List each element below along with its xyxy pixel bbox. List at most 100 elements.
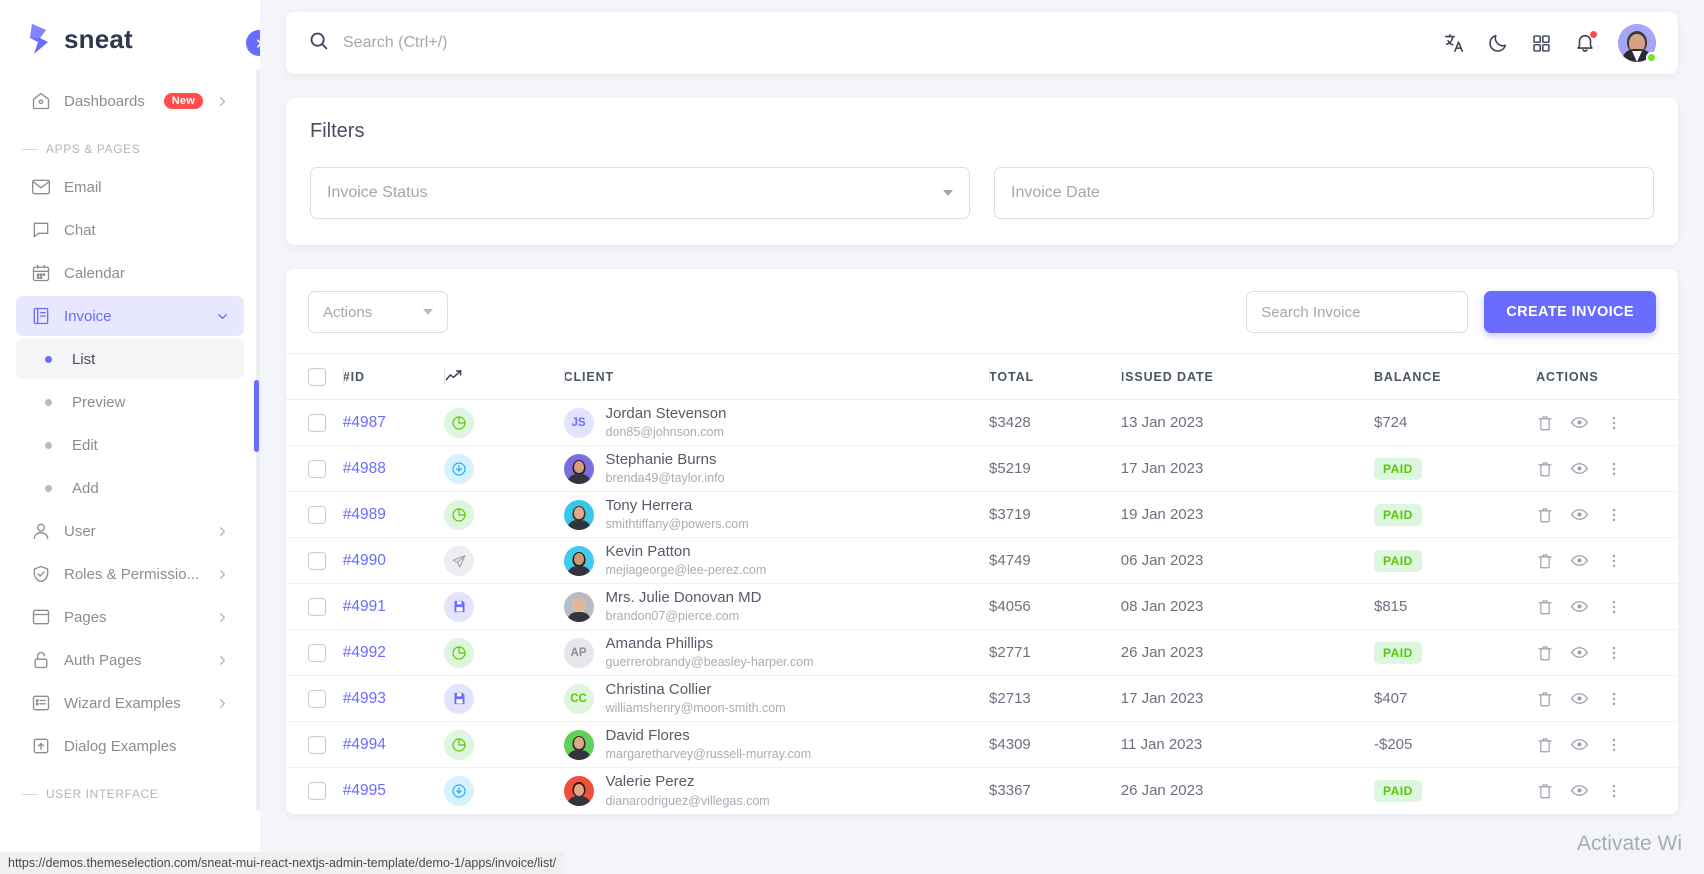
header-client[interactable]: CLIENT [563, 353, 990, 400]
sidebar-item-chat[interactable]: Chat [16, 210, 244, 250]
sidebar-item-user[interactable]: User [16, 511, 244, 551]
sidebar-scrollbar-thumb[interactable] [254, 380, 259, 452]
trash-icon[interactable] [1536, 782, 1554, 800]
table-row[interactable]: #4995 Valerie Perez dianarodriguez@villega… [286, 768, 1678, 814]
select-all-checkbox[interactable] [308, 367, 326, 386]
header-id[interactable]: #ID [342, 353, 445, 400]
trash-icon[interactable] [1536, 690, 1554, 708]
sidebar-item-email[interactable]: Email [16, 167, 244, 207]
dots-vertical-icon[interactable] [1605, 690, 1623, 708]
sidebar-item-pages[interactable]: Pages [16, 597, 244, 637]
apps-grid-icon[interactable] [1531, 33, 1552, 54]
dots-vertical-icon[interactable] [1605, 460, 1623, 478]
eye-icon[interactable] [1570, 643, 1589, 662]
row-checkbox[interactable] [308, 689, 326, 708]
sidebar-item-edit[interactable]: Edit [16, 425, 244, 465]
bell-icon[interactable] [1574, 30, 1598, 54]
translate-icon[interactable] [1443, 32, 1465, 54]
dots-vertical-icon[interactable] [1605, 598, 1623, 616]
invoice-id-link[interactable]: #4989 [343, 506, 386, 523]
row-checkbox[interactable] [308, 551, 326, 570]
invoice-id-link[interactable]: #4988 [343, 460, 386, 477]
table-row[interactable]: #4994 David Flores margaretharvey@russell-… [286, 721, 1678, 768]
header-issued-date[interactable]: ISSUED DATE [1120, 353, 1374, 400]
invoice-id-link[interactable]: #4987 [343, 414, 386, 431]
eye-icon[interactable] [1570, 551, 1589, 570]
sidebar-item-auth-pages[interactable]: Auth Pages [16, 640, 244, 680]
row-checkbox[interactable] [308, 505, 326, 524]
dots-vertical-icon[interactable] [1605, 644, 1623, 662]
search-invoice-input[interactable] [1246, 291, 1469, 333]
eye-icon[interactable] [1570, 735, 1589, 754]
sidebar-item-calendar[interactable]: Calendar [16, 253, 244, 293]
dots-vertical-icon[interactable] [1605, 782, 1623, 800]
trash-icon[interactable] [1536, 506, 1554, 524]
sidebar-item-preview[interactable]: Preview [16, 382, 244, 422]
invoice-id-link[interactable]: #4995 [343, 782, 386, 799]
invoice-id-link[interactable]: #4992 [343, 644, 386, 661]
user-avatar[interactable] [1618, 24, 1657, 63]
trash-icon[interactable] [1536, 736, 1554, 754]
dots-vertical-icon[interactable] [1605, 414, 1623, 432]
invoice-id-link[interactable]: #4990 [343, 552, 386, 569]
global-search[interactable] [308, 30, 1443, 56]
eye-icon[interactable] [1570, 459, 1589, 478]
sidebar-item-list[interactable]: List [16, 339, 244, 379]
dots-vertical-icon[interactable] [1605, 736, 1623, 754]
table-row[interactable]: #4989 Tony Herrera smithtiffany@powers.com… [286, 491, 1678, 538]
pie-chart-icon[interactable] [444, 637, 475, 668]
sidebar-item-roles-permissions[interactable]: Roles & Permissio... [16, 554, 244, 594]
eye-icon[interactable] [1570, 689, 1589, 708]
pie-chart-icon[interactable] [444, 499, 475, 530]
invoice-id-link[interactable]: #4991 [343, 598, 386, 615]
row-checkbox[interactable] [308, 643, 326, 662]
header-total[interactable]: TOTAL [989, 353, 1121, 400]
row-checkbox[interactable] [308, 459, 326, 478]
dots-vertical-icon[interactable] [1605, 552, 1623, 570]
brand-logo[interactable]: sneat [0, 0, 260, 78]
row-checkbox[interactable] [308, 597, 326, 616]
sidebar-item-dashboards[interactable]: Dashboards New [16, 81, 244, 121]
send-icon[interactable] [444, 545, 475, 576]
dots-vertical-icon[interactable] [1605, 506, 1623, 524]
download-circle-icon[interactable] [444, 775, 475, 806]
eye-icon[interactable] [1570, 597, 1589, 616]
eye-icon[interactable] [1570, 505, 1589, 524]
invoice-id-link[interactable]: #4994 [343, 736, 386, 753]
invoice-date-input[interactable]: Invoice Date [994, 167, 1654, 219]
invoice-id-link[interactable]: #4993 [343, 690, 386, 707]
header-trend[interactable] [444, 353, 564, 400]
sidebar-item-invoice[interactable]: Invoice [16, 296, 244, 336]
trash-icon[interactable] [1536, 644, 1554, 662]
trash-icon[interactable] [1536, 460, 1554, 478]
invoice-status-select[interactable]: Invoice Status [310, 167, 970, 219]
moon-icon[interactable] [1487, 32, 1509, 54]
actions-dropdown[interactable]: Actions [308, 291, 448, 333]
table-row[interactable]: #4991 Mrs. Julie Donovan MD brandon07@pier… [286, 583, 1678, 630]
pie-chart-icon[interactable] [444, 407, 475, 438]
table-row[interactable]: #4987 JS Jordan Stevenson don85@johnson.com… [286, 399, 1678, 446]
sidebar-item-add[interactable]: Add [16, 468, 244, 508]
pie-chart-icon[interactable] [444, 729, 475, 760]
row-checkbox[interactable] [308, 413, 326, 432]
save-icon[interactable] [444, 591, 475, 622]
trash-icon[interactable] [1536, 598, 1554, 616]
create-invoice-button[interactable]: CREATE INVOICE [1484, 291, 1656, 333]
table-row[interactable]: #4988 Stephanie Burns brenda49@taylor.info… [286, 445, 1678, 492]
trash-icon[interactable] [1536, 414, 1554, 432]
table-row[interactable]: #4990 Kevin Patton mejiageorge@lee-perez.c… [286, 537, 1678, 584]
column-divider [342, 368, 344, 385]
search-input[interactable] [343, 34, 763, 52]
row-checkbox[interactable] [308, 781, 326, 800]
download-circle-icon[interactable] [444, 453, 475, 484]
header-balance[interactable]: BALANCE [1374, 353, 1537, 400]
save-icon[interactable] [444, 683, 475, 714]
eye-icon[interactable] [1570, 781, 1589, 800]
row-checkbox[interactable] [308, 735, 326, 754]
sidebar-item-wizard-examples[interactable]: Wizard Examples [16, 683, 244, 723]
eye-icon[interactable] [1570, 413, 1589, 432]
table-row[interactable]: #4992 AP Amanda Phillips guerrerobrandy@bea… [286, 629, 1678, 676]
trash-icon[interactable] [1536, 552, 1554, 570]
sidebar-item-dialog-examples[interactable]: Dialog Examples [16, 726, 244, 766]
table-row[interactable]: #4993 CC Christina Collier williamshenry@mo… [286, 675, 1678, 722]
